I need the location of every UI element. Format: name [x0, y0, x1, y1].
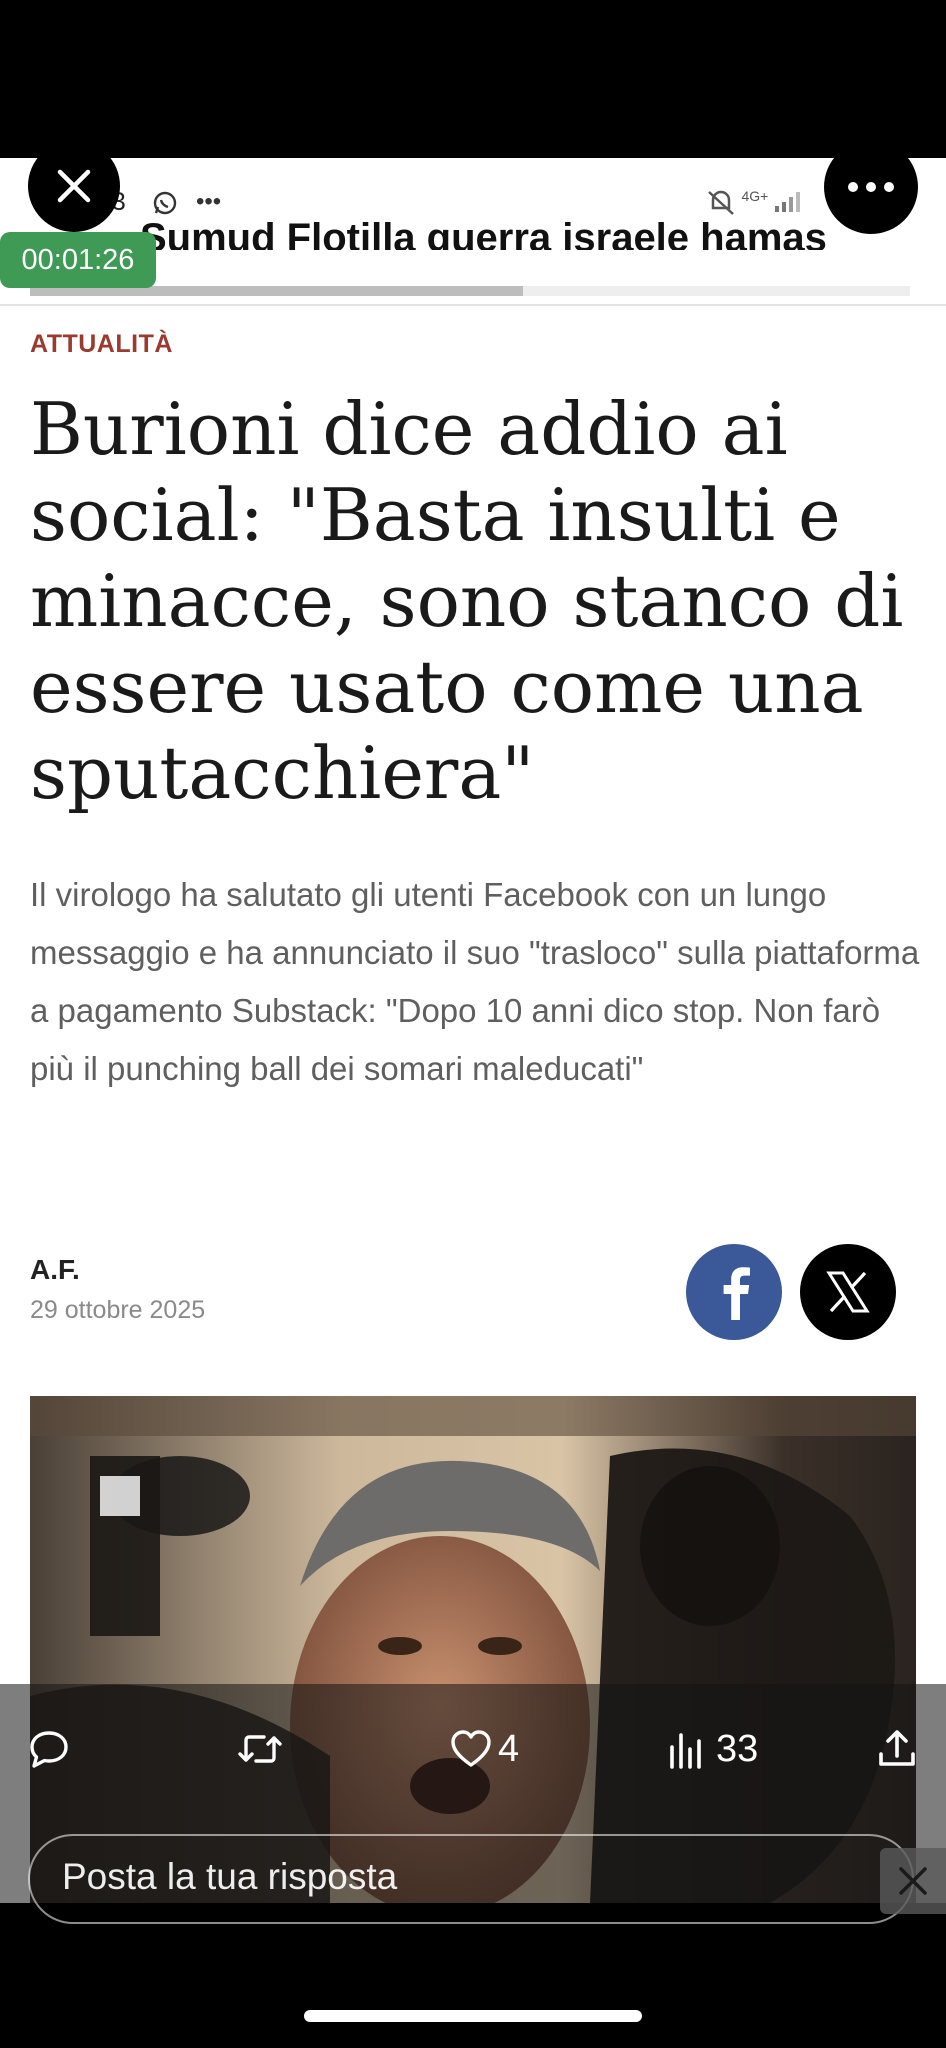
repost-icon	[238, 1735, 282, 1763]
views-count: 33	[716, 1727, 759, 1770]
heart-icon	[451, 1730, 491, 1767]
share-button[interactable]	[876, 1724, 918, 1774]
ticker-text[interactable]: Sumud Flotilla guerra israele hamas	[140, 216, 827, 250]
dismiss-reply-button[interactable]	[880, 1848, 946, 1914]
share-icon	[879, 1730, 915, 1766]
home-indicator[interactable]	[304, 2010, 642, 2022]
like-count: 4	[498, 1727, 520, 1770]
video-timer: 00:01:26	[0, 232, 156, 288]
reply-field-container[interactable]	[28, 1834, 914, 1924]
reply-icon	[30, 1731, 68, 1768]
close-icon	[899, 1867, 927, 1895]
x-logo-icon	[826, 1271, 870, 1313]
article-author: A.F.	[30, 1254, 80, 1285]
article-category[interactable]: ATTUALITÀ	[30, 330, 173, 359]
post-action-bar: 4 33	[0, 1684, 946, 1924]
screenshot-status-bar: 53 ••• 4G+	[0, 158, 946, 218]
facebook-share-button[interactable]	[686, 1244, 782, 1340]
article-summary: Il virologo ha salutato gli utenti Faceb…	[30, 876, 920, 1087]
more-options-button[interactable]	[824, 140, 918, 234]
views-icon	[670, 1733, 701, 1769]
divider	[0, 304, 946, 306]
article-page: 53 ••• 4G+ Sumud Flotilla guerra israele…	[0, 158, 946, 1903]
more-icon	[848, 182, 894, 192]
topics-ticker[interactable]: Sumud Flotilla guerra israele hamas	[140, 210, 930, 250]
facebook-icon	[723, 1267, 750, 1320]
scroll-indicator	[30, 286, 910, 296]
article-date: 29 ottobre 2025	[30, 1296, 206, 1324]
reply-button[interactable]	[28, 1724, 70, 1774]
repost-button[interactable]	[236, 1724, 284, 1774]
close-icon	[57, 169, 91, 203]
close-button[interactable]	[28, 140, 120, 232]
network-label: 4G+	[741, 188, 769, 204]
like-button[interactable]: 4	[450, 1724, 519, 1774]
reply-input[interactable]	[62, 1856, 842, 1898]
x-share-button[interactable]	[800, 1244, 896, 1340]
article-headline: Burioni dice addio ai social: "Basta ins…	[30, 387, 904, 815]
views-button[interactable]: 33	[666, 1724, 758, 1774]
